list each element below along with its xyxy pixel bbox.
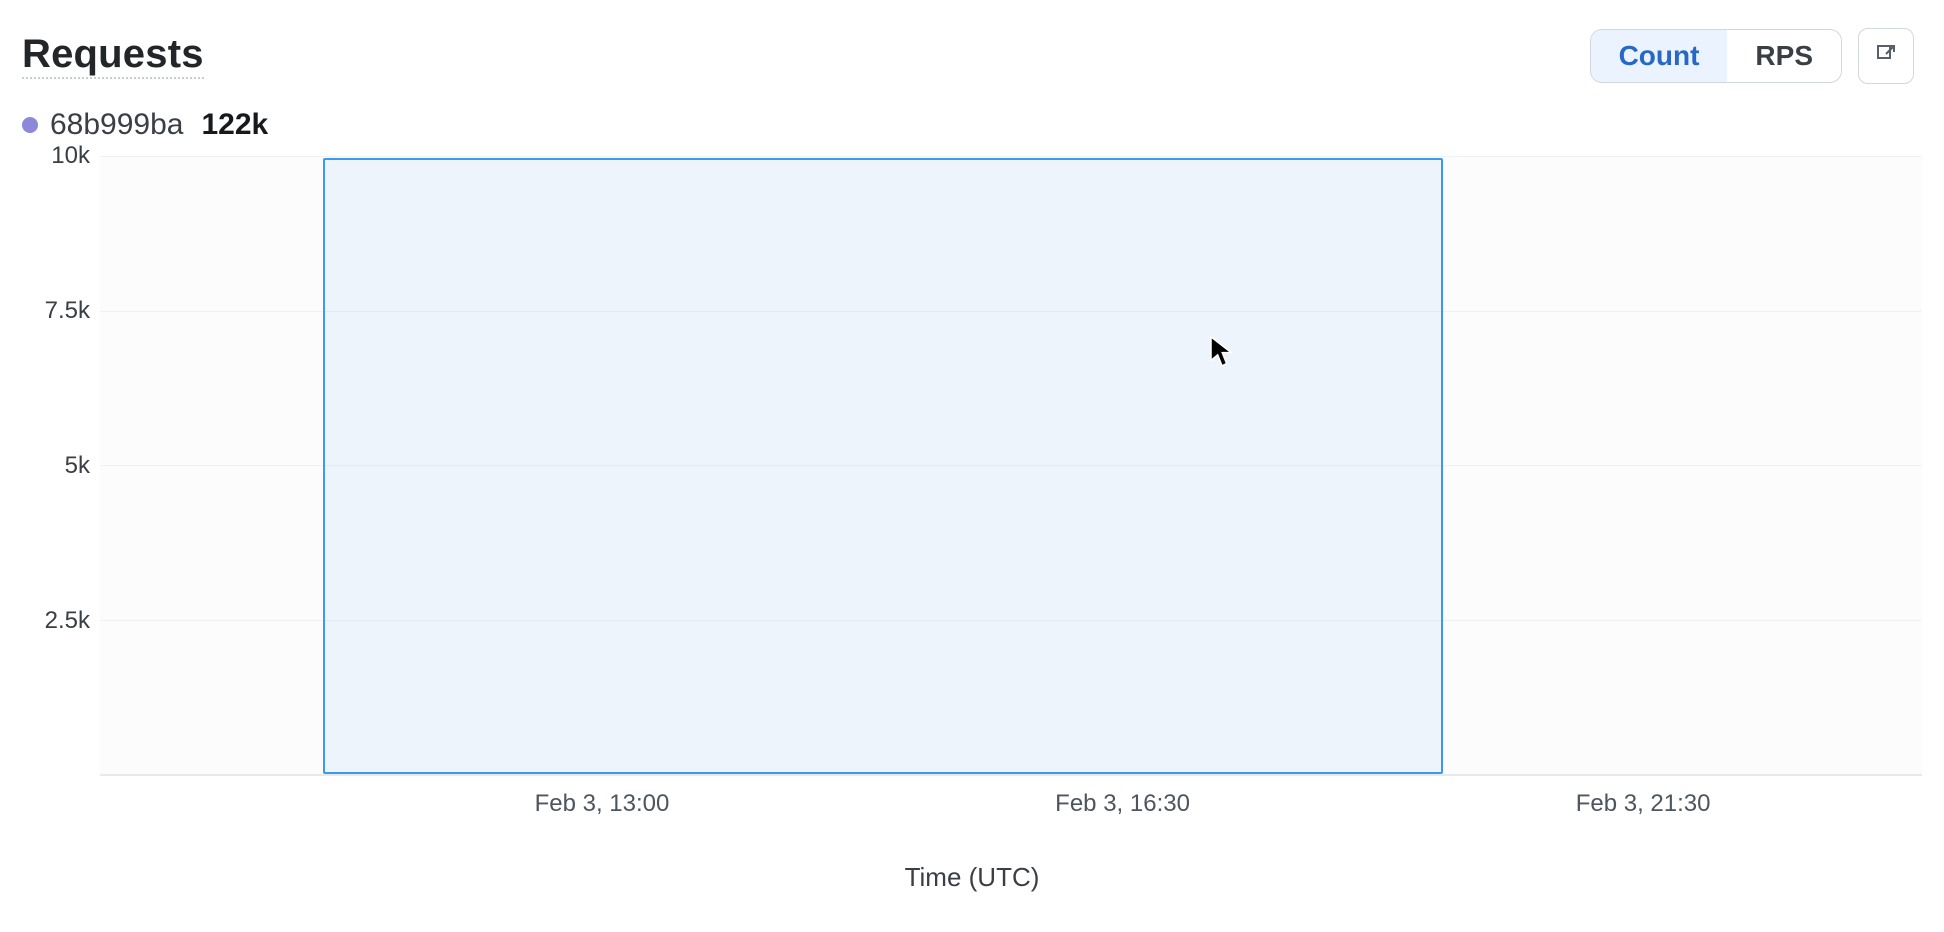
y-axis: 10k 7.5k 5k 2.5k [8, 156, 100, 776]
x-tick: Feb 3, 21:30 [1576, 790, 1711, 818]
legend-series-id: 68b999ba [50, 108, 183, 142]
x-axis: Feb 3, 13:00 Feb 3, 16:30 Feb 3, 21:30 [100, 782, 1922, 832]
x-tick: Feb 3, 16:30 [1055, 790, 1190, 818]
plot-area[interactable] [100, 156, 1922, 776]
expand-icon [1874, 42, 1898, 71]
y-tick: 2.5k [45, 607, 90, 635]
page-title: Requests [22, 33, 204, 79]
y-tick: 10k [51, 142, 90, 170]
x-axis-title: Time (UTC) [0, 862, 1944, 893]
y-tick: 5k [65, 452, 90, 480]
expand-button[interactable] [1858, 28, 1914, 84]
y-tick: 7.5k [45, 297, 90, 325]
view-segment[interactable]: Count RPS [1590, 29, 1842, 83]
legend-series-total: 122k [201, 108, 268, 142]
tab-count[interactable]: Count [1591, 30, 1728, 82]
x-tick: Feb 3, 13:00 [535, 790, 670, 818]
legend: 68b999ba 122k [0, 92, 1944, 148]
legend-swatch [22, 117, 38, 133]
tab-rps[interactable]: RPS [1727, 30, 1841, 82]
